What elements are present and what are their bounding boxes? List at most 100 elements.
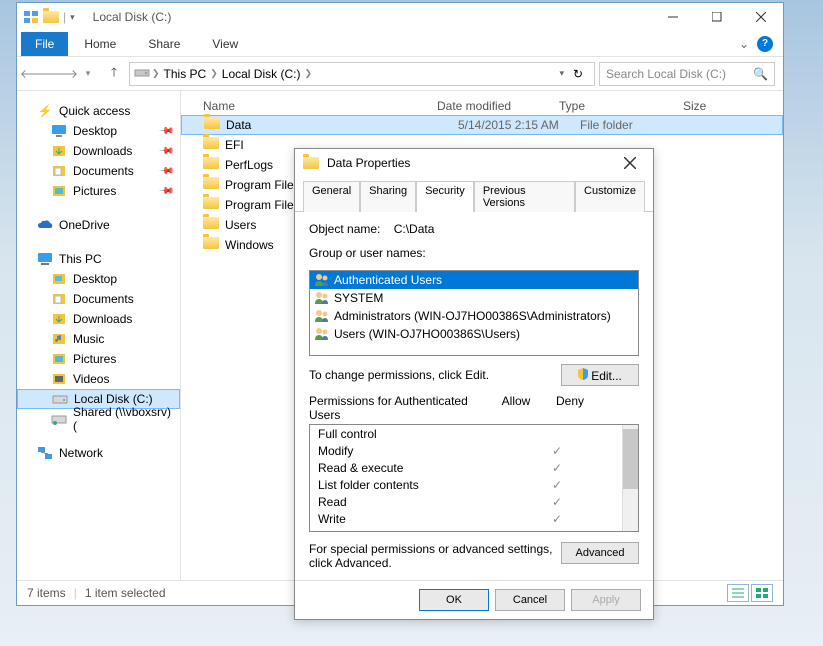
sidebar-item-pc-desktop[interactable]: Desktop [17,269,180,289]
view-details-button[interactable] [727,584,749,602]
file-type: File folder [580,118,704,132]
tab-general[interactable]: General [303,181,360,212]
sidebar-item-pc-downloads[interactable]: Downloads [17,309,180,329]
user-name: Users (WIN-OJ7HO00386S\Users) [334,327,520,341]
crumb-sep[interactable]: ❯ [152,68,160,79]
user-row[interactable]: Authenticated Users [310,271,638,289]
ribbon-tabs: File Home Share View ⌄ ? [17,31,783,57]
permission-name: Write [318,512,530,526]
breadcrumb-path[interactable]: ❯ This PC ❯ Local Disk (C:) ❯ ▾ ↻ [129,62,595,86]
sidebar-item-label: Network [59,446,103,460]
advanced-button[interactable]: Advanced [561,542,639,564]
user-list[interactable]: Authenticated Users SYSTEM Administrators … [309,270,639,356]
maximize-button[interactable] [695,3,739,31]
sidebar-item-quickaccess[interactable]: ⚡Quick access [17,101,180,121]
user-row[interactable]: Administrators (WIN-OJ7HO00386S\Administ… [310,307,638,325]
dialog-titlebar[interactable]: Data Properties [295,149,653,177]
sidebar-item-label: This PC [59,252,102,266]
back-button[interactable]: 🡐 [25,63,47,85]
sidebar-item-pc-documents[interactable]: Documents [17,289,180,309]
sidebar-item-pictures[interactable]: Pictures 📌 [17,181,180,201]
tab-home[interactable]: Home [68,33,132,55]
tab-view[interactable]: View [196,33,254,55]
crumb-thispc[interactable]: This PC [162,67,209,81]
tab-sharing[interactable]: Sharing [360,181,416,212]
tab-file[interactable]: File [21,32,68,56]
crumb-current[interactable]: Local Disk (C:) [220,67,303,81]
path-dropdown-icon[interactable]: ▾ [559,68,564,79]
sidebar-item-label: Pictures [73,184,116,198]
object-name-value: C:\Data [394,222,435,236]
col-name[interactable]: Name [181,99,437,113]
ribbon-expand-icon[interactable]: ⌄ [739,37,749,51]
pin-icon: 📌 [157,183,174,200]
forward-button[interactable]: 🡒 [51,63,73,85]
sidebar-item-label: Downloads [73,144,132,158]
search-icon[interactable]: 🔍 [753,67,768,81]
sidebar-item-pc-pictures[interactable]: Pictures [17,349,180,369]
sidebar-item-thispc[interactable]: This PC [17,249,180,269]
col-size[interactable]: Size [683,99,783,113]
group-users-label: Group or user names: [309,246,639,260]
qat-dropdown-icon[interactable]: ▾ [70,12,75,23]
documents-icon [51,163,67,179]
sidebar-item-documents[interactable]: Documents📌 [17,161,180,181]
sidebar-item-onedrive[interactable]: OneDrive [17,215,180,235]
permission-row: Read✓ [310,493,638,510]
dialog-close-button[interactable] [615,151,645,175]
object-name-label: Object name: [309,222,380,236]
crumb-sep[interactable]: ❯ [210,68,218,79]
sidebar-item-pc-videos[interactable]: Videos [17,369,180,389]
up-button[interactable]: 🡑 [103,63,125,85]
tab-customize[interactable]: Customize [575,181,645,212]
tab-previous-versions[interactable]: Previous Versions [474,181,575,212]
folder-icon [203,197,219,213]
allow-check: ✓ [530,461,584,475]
cloud-icon [37,217,53,233]
app-icon [23,8,39,27]
column-headers[interactable]: Name Date modified Type Size [181,91,783,115]
network-drive-icon [51,411,67,427]
title-bar[interactable]: | ▾ Local Disk (C:) [17,3,783,31]
user-name: SYSTEM [334,291,383,305]
file-row[interactable]: Data5/14/2015 2:15 AMFile folder [181,115,783,135]
search-input[interactable]: Search Local Disk (C:) 🔍 [599,62,775,86]
view-icons-button[interactable] [751,584,773,602]
sidebar-item-pc-shared[interactable]: Shared (\\vboxsrv) ( [17,409,180,429]
crumb-sep[interactable]: ❯ [304,68,312,79]
apply-button[interactable]: Apply [571,589,641,611]
recent-dropdown[interactable]: ▾ [77,63,99,85]
videos-icon [51,371,67,387]
qat-divider: | [63,10,66,24]
qat-folder-icon[interactable] [43,11,59,23]
edit-button[interactable]: Edit... [561,364,639,386]
permission-name: List folder contents [318,478,530,492]
permission-row: List folder contents✓ [310,476,638,493]
tab-security[interactable]: Security [416,181,474,212]
sidebar-item-label: Music [73,332,104,346]
user-row[interactable]: SYSTEM [310,289,638,307]
pin-icon: 📌 [157,163,174,180]
scrollbar[interactable] [622,425,638,531]
cancel-button[interactable]: Cancel [495,589,565,611]
tab-share[interactable]: Share [132,33,196,55]
user-row[interactable]: Users (WIN-OJ7HO00386S\Users) [310,325,638,343]
help-icon[interactable]: ? [757,36,773,52]
permission-name: Read [318,495,530,509]
sidebar-item-pc-music[interactable]: Music [17,329,180,349]
close-button[interactable] [739,3,783,31]
col-date[interactable]: Date modified [437,99,559,113]
minimize-button[interactable] [651,3,695,31]
search-placeholder: Search Local Disk (C:) [606,67,753,81]
col-type[interactable]: Type [559,99,683,113]
sidebar-item-downloads[interactable]: Downloads📌 [17,141,180,161]
refresh-button[interactable]: ↻ [566,67,590,81]
dialog-tabs: General Sharing Security Previous Versio… [295,177,653,212]
sidebar-item-network[interactable]: Network [17,443,180,463]
ok-button[interactable]: OK [419,589,489,611]
permissions-label: Permissions for Authenticated Users [309,394,489,422]
permissions-list[interactable]: Full controlModify✓Read & execute✓List f… [309,424,639,532]
sidebar-item-desktop[interactable]: Desktop📌 [17,121,180,141]
user-name: Administrators (WIN-OJ7HO00386S\Administ… [334,309,611,323]
advanced-text: For special permissions or advanced sett… [309,542,561,570]
